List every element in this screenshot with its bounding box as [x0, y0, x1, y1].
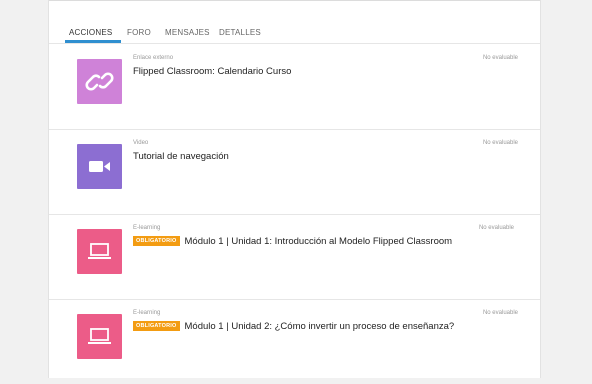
activity-thumbnail[interactable] [77, 229, 122, 274]
tab-acciones[interactable]: ACCIONES [69, 28, 112, 37]
title-row: Tutorial de navegación [133, 149, 229, 163]
left-sidebar [0, 0, 49, 378]
activity-thumbnail[interactable] [77, 59, 122, 104]
activity-title[interactable]: Módulo 1 | Unidad 1: Introducción al Mod… [185, 236, 453, 247]
activity-thumbnail[interactable] [77, 314, 122, 359]
activity-title[interactable]: Tutorial de navegación [133, 151, 229, 162]
evaluation-status: No evaluable [482, 140, 518, 146]
title-row: Flipped Classroom: Calendario Curso [133, 64, 291, 78]
evaluation-status: No evaluable [482, 55, 518, 61]
list-item[interactable]: Video Tutorial de navegación No evaluabl… [49, 129, 540, 215]
laptop-icon [88, 243, 111, 259]
evaluation-status: No evaluable [478, 225, 514, 231]
activity-type: Enlace externo [133, 55, 174, 61]
title-row: OBLIGATORIO Módulo 1 | Unidad 2: ¿Cómo i… [133, 319, 454, 333]
activity-thumbnail[interactable] [77, 144, 122, 189]
right-sidebar [540, 0, 592, 378]
active-tab-indicator [65, 40, 121, 43]
activity-title[interactable]: Flipped Classroom: Calendario Curso [133, 66, 291, 77]
tab-bar: ACCIONES FORO MENSAJES DETALLES [49, 1, 540, 44]
list-item[interactable]: Enlace externo Flipped Classroom: Calend… [49, 44, 540, 130]
activity-type: Video [133, 140, 149, 146]
tab-detalles[interactable]: DETALLES [219, 28, 261, 37]
list-item[interactable]: E-learning OBLIGATORIO Módulo 1 | Unidad… [49, 214, 540, 300]
activity-type: E-learning [133, 225, 161, 231]
list-item[interactable]: E-learning OBLIGATORIO Módulo 1 | Unidad… [49, 299, 540, 384]
required-badge: OBLIGATORIO [133, 321, 180, 331]
title-row: OBLIGATORIO Módulo 1 | Unidad 1: Introdu… [133, 234, 452, 248]
laptop-icon [88, 328, 111, 344]
link-icon [85, 72, 114, 91]
activity-title[interactable]: Módulo 1 | Unidad 2: ¿Cómo invertir un p… [185, 321, 455, 332]
tab-mensajes[interactable]: MENSAJES [165, 28, 210, 37]
video-camera-icon [89, 161, 110, 172]
activity-type: E-learning [133, 310, 161, 316]
tab-foro[interactable]: FORO [127, 28, 151, 37]
required-badge: OBLIGATORIO [133, 236, 180, 246]
course-content-panel: ACCIONES FORO MENSAJES DETALLES Enlace e… [49, 1, 540, 378]
evaluation-status: No evaluable [482, 310, 518, 316]
